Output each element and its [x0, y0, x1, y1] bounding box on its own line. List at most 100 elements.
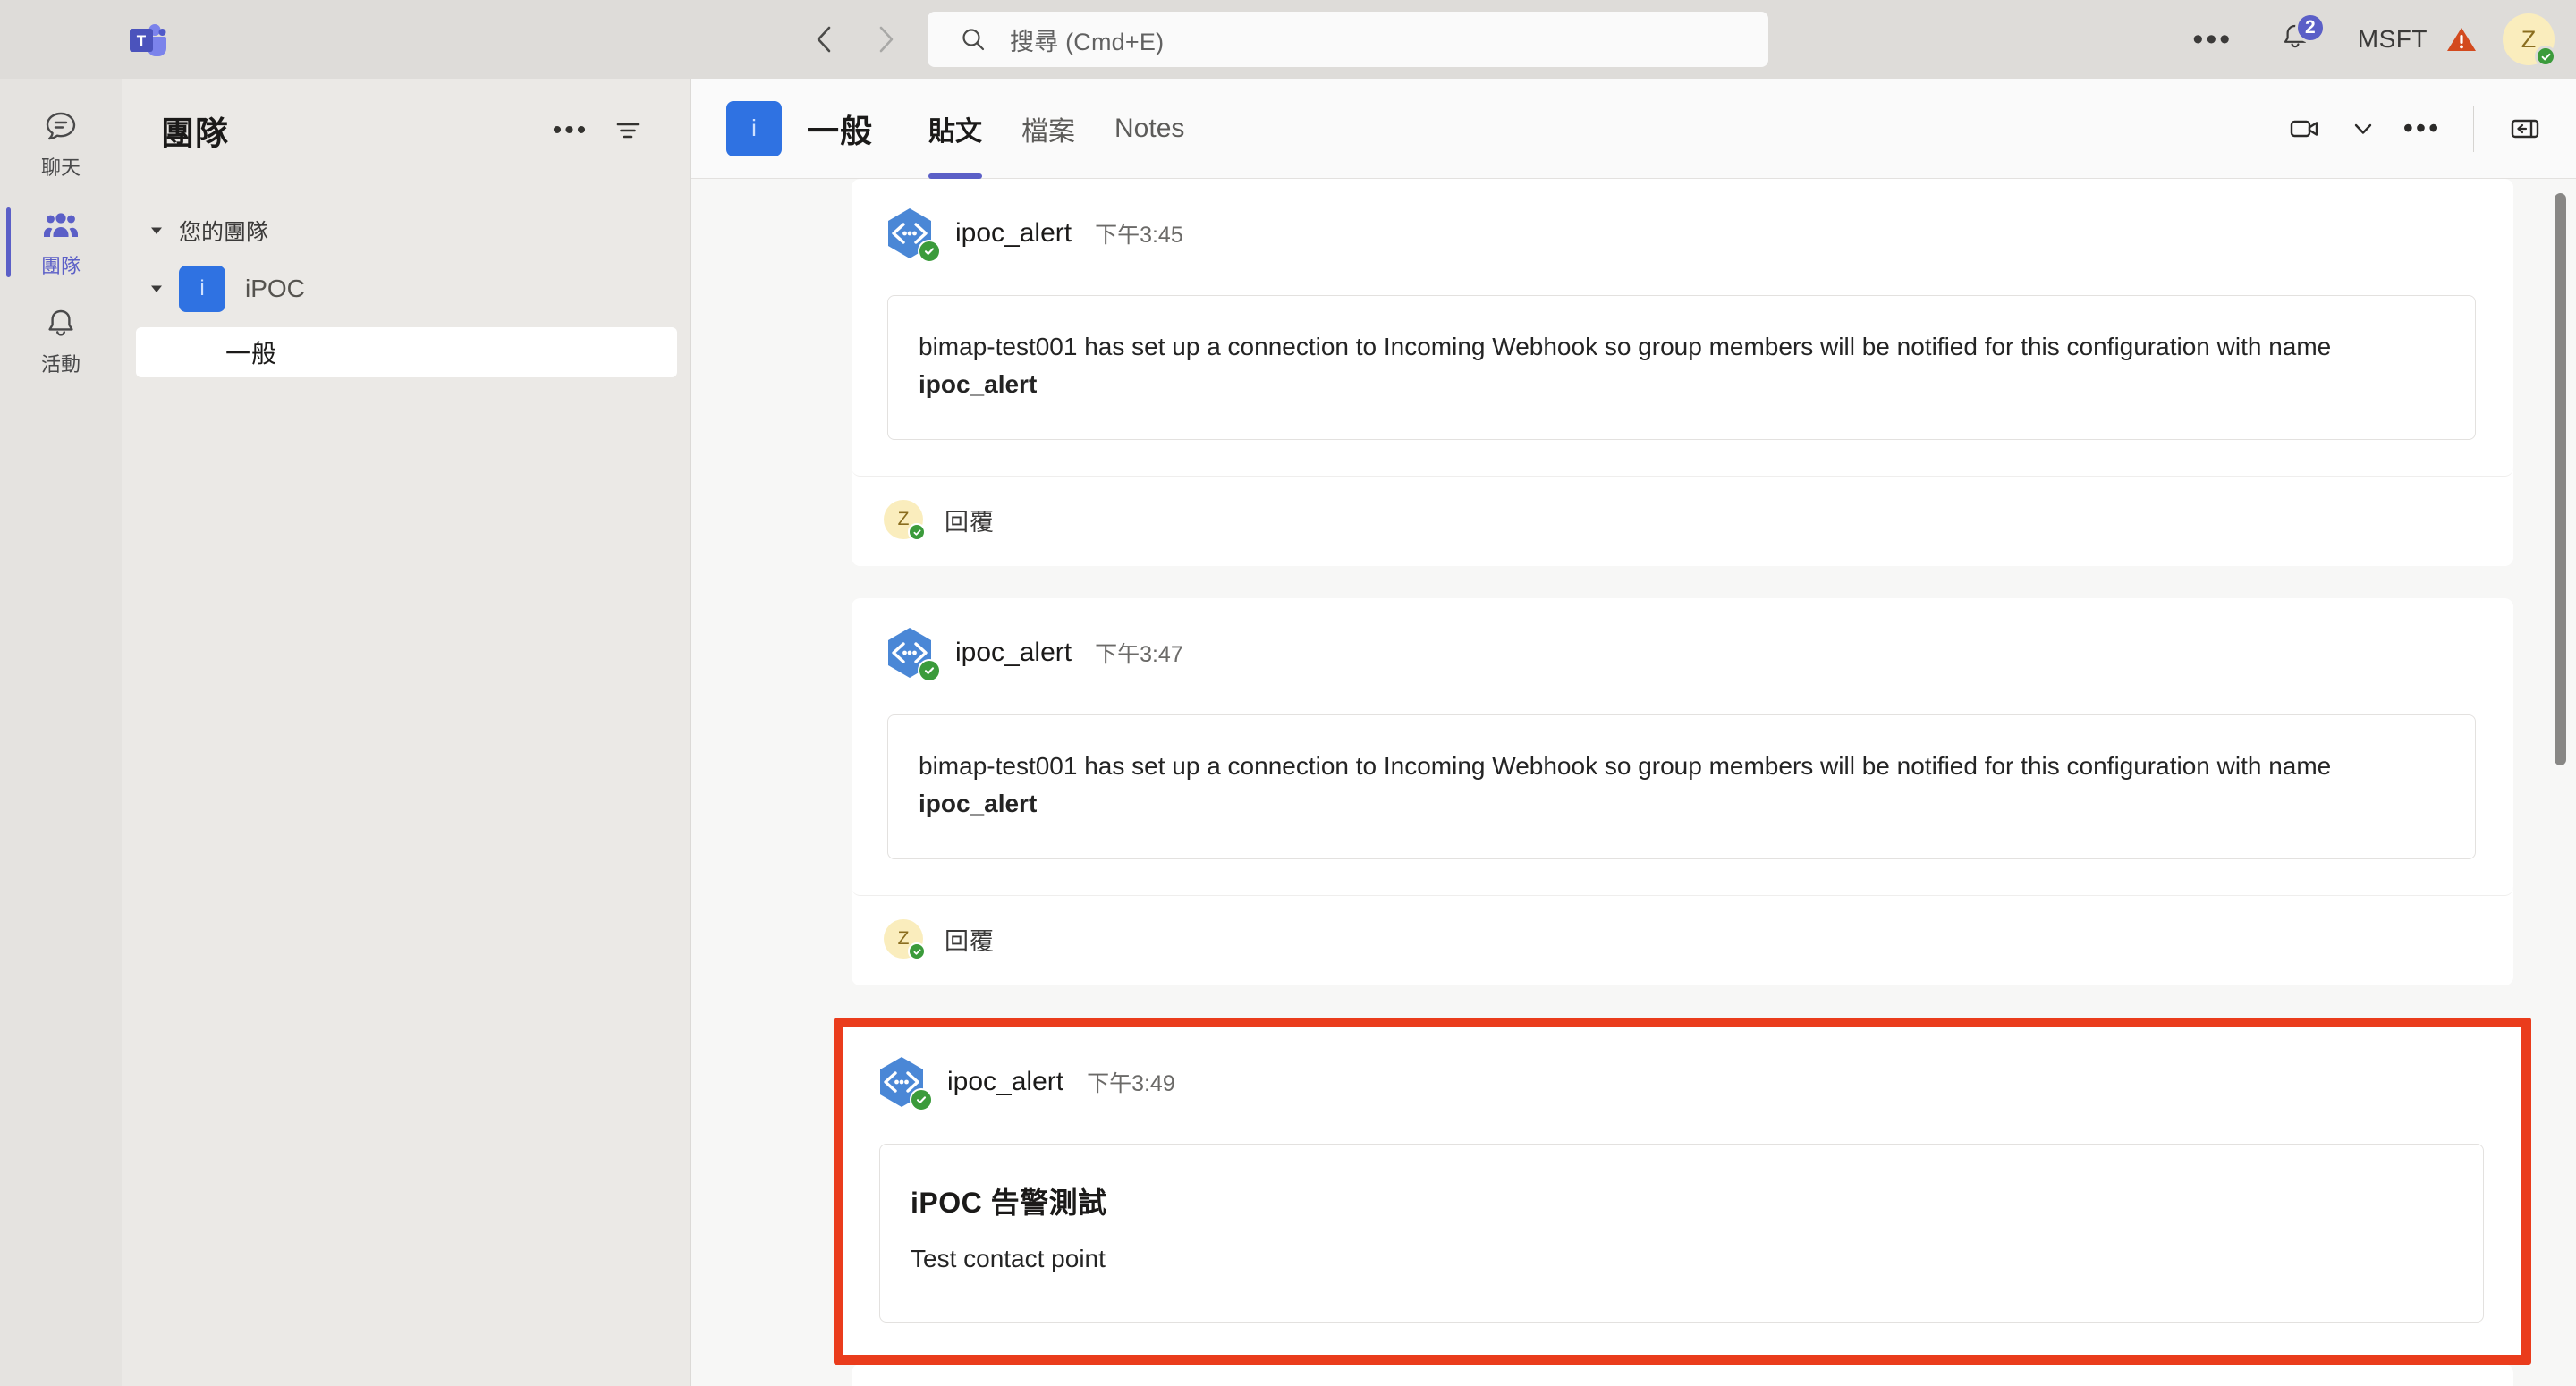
top-bar-right-controls: ••• 2 MSFT Z	[2184, 0, 2556, 79]
teams-group-label: 您的團隊	[179, 220, 269, 245]
sidebar-item-activity[interactable]: 活動	[0, 292, 122, 390]
sidebar-item-label: 活動	[40, 353, 80, 376]
sidebar-item-teams[interactable]: 團隊	[0, 193, 122, 292]
message-text-prefix: bimap-test001 has set up a connection to…	[919, 333, 2332, 360]
message-item: ipoc_alert 下午3:45 bimap-test001 has set …	[852, 179, 2513, 477]
message-timestamp: 下午3:49	[1087, 1071, 1175, 1096]
user-avatar[interactable]: Z	[2503, 13, 2556, 67]
avatar-initial: Z	[897, 928, 910, 949]
tab-posts[interactable]: 貼文	[909, 79, 1002, 179]
teams-panel: 團隊 ••• 您的團隊 i iPOC 一般	[122, 79, 691, 1386]
search-icon	[960, 26, 987, 53]
message-text: bimap-test001 has set up a connection to…	[919, 328, 2439, 403]
message-header: ipoc_alert 下午3:45	[852, 179, 2513, 263]
filter-icon[interactable]	[604, 106, 652, 155]
sidebar-item-label: 團隊	[40, 255, 80, 277]
channel-team-avatar: i	[726, 100, 782, 156]
svg-text:T: T	[137, 32, 147, 49]
alert-card-body: Test contact point	[911, 1245, 1106, 1272]
reply-label: 回覆	[945, 508, 995, 536]
tenant-label: MSFT	[2357, 25, 2428, 53]
message-feed[interactable]: ipoc_alert 下午3:45 bimap-test001 has set …	[691, 179, 2576, 1386]
activity-bell-icon	[41, 304, 80, 343]
reply-row[interactable]: Z 回覆	[852, 896, 2513, 985]
message-timestamp: 下午3:45	[1095, 223, 1183, 248]
channel-header: i 一般 貼文 檔案 Notes •••	[691, 79, 2576, 179]
top-more-menu-button[interactable]: •••	[2184, 11, 2241, 68]
webhook-bot-avatar	[882, 206, 941, 263]
forward-button[interactable]	[866, 20, 905, 59]
message-author: ipoc_alert	[955, 218, 1072, 248]
active-indicator	[6, 207, 11, 277]
search-bar[interactable]: 搜尋 (Cmd+E)	[928, 12, 1768, 67]
tab-label: 貼文	[928, 116, 983, 147]
channel-header-actions: •••	[2276, 101, 2553, 156]
top-bar: T 搜尋 (Cmd+E) ••• 2 MSFT Z	[0, 0, 2576, 79]
message-text-bold: ipoc_alert	[919, 370, 1038, 398]
presence-available-icon	[908, 942, 926, 960]
tab-label: Notes	[1114, 113, 1185, 143]
channel-item-general[interactable]: 一般	[136, 327, 677, 377]
feed-scrollbar[interactable]	[2549, 179, 2571, 1375]
highlight-annotation-box: ipoc_alert 下午3:49 iPOC 告警測試 Test contact…	[834, 1018, 2531, 1365]
channel-more-button[interactable]: •••	[2394, 101, 2450, 156]
teams-panel-title: 團隊	[161, 114, 229, 152]
reply-row[interactable]: Z 回覆	[852, 477, 2513, 566]
search-input[interactable]: 搜尋 (Cmd+E)	[1010, 22, 1164, 57]
video-camera-icon[interactable]	[2276, 101, 2332, 156]
message-text-prefix: bimap-test001 has set up a connection to…	[919, 752, 2332, 780]
message-author: ipoc_alert	[947, 1067, 1064, 1096]
chevron-down-icon[interactable]	[2335, 101, 2391, 156]
notifications-button[interactable]: 2	[2267, 11, 2326, 68]
channel-tabs: 貼文 檔案 Notes	[909, 79, 1204, 179]
message-text-bold: ipoc_alert	[919, 790, 1038, 817]
message-item: ipoc_alert 下午3:49 iPOC 告警測試 Test contact…	[843, 1027, 2521, 1355]
teams-panel-more-button[interactable]: •••	[547, 106, 595, 155]
collapse-panel-icon[interactable]	[2497, 101, 2553, 156]
tab-files[interactable]: 檔案	[1002, 79, 1095, 179]
message-group: Z 回覆	[852, 1365, 2513, 1386]
webhook-bot-avatar	[882, 625, 941, 682]
message-timestamp: 下午3:47	[1095, 642, 1183, 667]
chat-icon	[41, 107, 80, 147]
page-title: 一般	[807, 112, 874, 149]
main-content: i 一般 貼文 檔案 Notes ••• ipoc_alert 下午3:45 b…	[691, 79, 2576, 1386]
alert-card-title: iPOC 告警測試	[911, 1187, 1107, 1219]
message-header: ipoc_alert 下午3:49	[843, 1027, 2521, 1111]
channel-name: 一般	[225, 340, 278, 368]
back-button[interactable]	[805, 20, 844, 59]
teams-panel-body: 您的團隊 i iPOC 一般	[122, 182, 690, 377]
teams-panel-header: 團隊 •••	[122, 79, 690, 182]
message-body-card: bimap-test001 has set up a connection to…	[887, 714, 2476, 859]
notification-badge: 2	[2294, 13, 2326, 43]
navigation-arrows	[805, 20, 905, 59]
presence-available-icon	[908, 523, 926, 541]
message-body-card: bimap-test001 has set up a connection to…	[887, 295, 2476, 440]
message-item: ipoc_alert 下午3:47 bimap-test001 has set …	[852, 598, 2513, 896]
warning-icon[interactable]	[2444, 21, 2479, 57]
avatar-initial: Z	[897, 509, 910, 529]
reply-label: 回覆	[945, 927, 995, 955]
presence-available-icon	[910, 1088, 933, 1111]
scrollbar-thumb[interactable]	[2555, 193, 2566, 765]
message-text: bimap-test001 has set up a connection to…	[919, 748, 2439, 823]
presence-available-icon	[918, 240, 941, 263]
avatar: Z	[884, 919, 926, 960]
chevron-down-icon	[147, 221, 166, 241]
avatar: Z	[884, 500, 926, 541]
sidebar-item-chat[interactable]: 聊天	[0, 95, 122, 193]
teams-group-your-teams[interactable]: 您的團隊	[122, 206, 690, 256]
team-item-ipoc[interactable]: i iPOC	[122, 256, 690, 322]
message-header: ipoc_alert 下午3:47	[852, 598, 2513, 682]
reply-row[interactable]: Z 回覆	[852, 1365, 2513, 1386]
message-author: ipoc_alert	[955, 638, 1072, 667]
app-rail: 聊天 團隊 活動	[0, 79, 122, 1386]
tab-notes[interactable]: Notes	[1095, 79, 1204, 179]
presence-available-icon	[2535, 46, 2556, 67]
sidebar-item-label: 聊天	[40, 156, 80, 179]
chevron-down-icon[interactable]	[147, 279, 166, 299]
alert-card: iPOC 告警測試 Test contact point	[879, 1144, 2484, 1323]
header-divider	[2473, 105, 2474, 152]
